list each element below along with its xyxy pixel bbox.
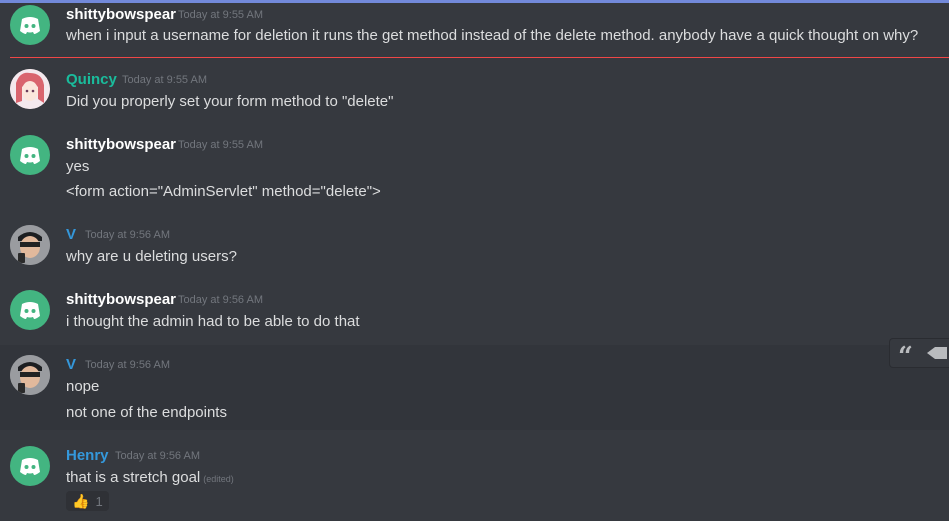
message-timestamp: Today at 9:55 AM	[178, 9, 263, 21]
message-author[interactable]: V	[66, 226, 76, 243]
message-text: Did you properly set your form method to…	[66, 93, 394, 110]
message-timestamp: Today at 9:56 AM	[85, 359, 170, 371]
reaction-thumbs-up[interactable]: 👍 1	[66, 491, 109, 511]
message-author[interactable]: shittybowspear	[66, 291, 176, 308]
message-group: Henry Today at 9:56 AM that is a stretch…	[0, 436, 949, 521]
message-text: yes	[66, 158, 90, 175]
message-text: that is a stretch goal (edited)	[66, 469, 234, 486]
message-text-content: that is a stretch goal	[66, 469, 201, 486]
anime-avatar[interactable]	[10, 69, 50, 109]
react-icon[interactable]	[925, 345, 949, 361]
photo-avatar[interactable]	[10, 225, 50, 265]
message-author[interactable]: shittybowspear	[66, 136, 176, 153]
quote-icon[interactable]: “	[898, 344, 913, 370]
new-messages-divider	[10, 57, 949, 58]
message-timestamp: Today at 9:56 AM	[115, 450, 200, 462]
message-text: when i input a username for deletion it …	[66, 27, 919, 44]
edited-marker: (edited)	[203, 474, 234, 484]
message-timestamp: Today at 9:56 AM	[85, 229, 170, 241]
message-text: not one of the endpoints	[66, 404, 227, 421]
discord-logo-icon[interactable]	[10, 290, 50, 330]
message-timestamp: Today at 9:55 AM	[122, 74, 207, 86]
discord-logo-icon[interactable]	[10, 135, 50, 175]
message-group: shittybowspear Today at 9:55 AM yes <for…	[0, 125, 949, 210]
message-timestamp: Today at 9:56 AM	[178, 294, 263, 306]
reaction-count: 1	[95, 493, 103, 509]
message-group: V Today at 9:56 AM why are u deleting us…	[0, 215, 949, 275]
message-author[interactable]: shittybowspear	[66, 6, 176, 23]
message-author[interactable]: V	[66, 356, 76, 373]
message-text: <form action="AdminServlet" method="dele…	[66, 183, 381, 200]
message-author[interactable]: Henry	[66, 447, 109, 464]
message-author[interactable]: Quincy	[66, 71, 117, 88]
thumbs-up-icon: 👍	[72, 493, 90, 509]
discord-logo-icon[interactable]	[10, 5, 50, 45]
message-text: i thought the admin had to be able to do…	[66, 313, 360, 330]
message-group: shittybowspear Today at 9:56 AM i though…	[0, 280, 949, 340]
message-timestamp: Today at 9:55 AM	[178, 139, 263, 151]
message-group: shittybowspear Today at 9:55 AM when i i…	[0, 0, 949, 55]
message-text: nope	[66, 378, 100, 395]
message-actions: “	[889, 338, 949, 370]
message-text: why are u deleting users?	[66, 248, 237, 265]
message-group: V Today at 9:56 AM nope not one of the e…	[0, 345, 949, 430]
photo-avatar[interactable]	[10, 355, 50, 395]
discord-logo-icon[interactable]	[10, 446, 50, 486]
message-group: Quincy Today at 9:55 AM Did you properly…	[0, 60, 949, 120]
